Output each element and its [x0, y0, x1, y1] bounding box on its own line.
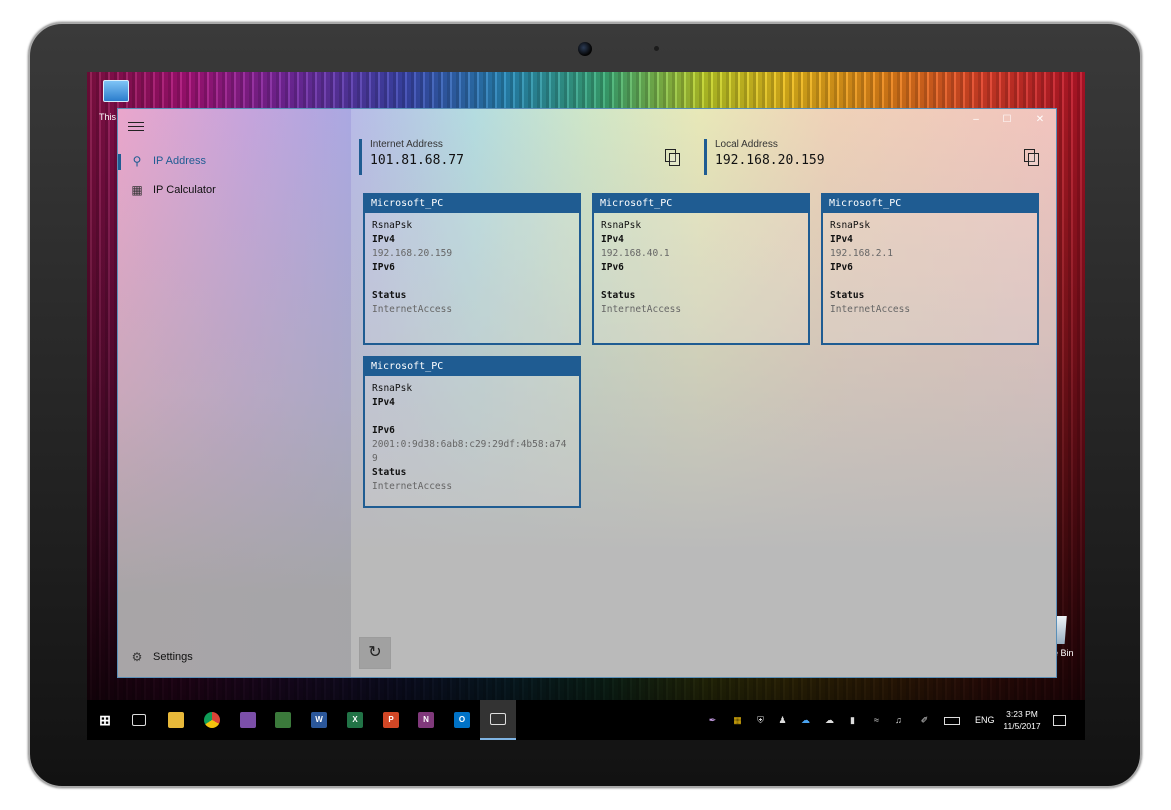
adapter-card-title: Microsoft_PC [823, 195, 1037, 213]
front-camera [578, 42, 592, 56]
refresh-button[interactable]: ↻ [359, 637, 391, 669]
clock-time: 3:23 PM [1006, 709, 1038, 719]
nav-item-label: IP Address [153, 155, 206, 167]
wifi-icon[interactable]: ≈ [871, 715, 882, 726]
adapter-card-title: Microsoft_PC [594, 195, 808, 213]
store-tray-icon[interactable]: ▦ [732, 715, 743, 726]
chrome-icon[interactable] [204, 712, 220, 728]
ipv4-value: 192.168.40.1 [601, 248, 670, 259]
powerpoint-icon[interactable]: P [383, 712, 399, 728]
ip-address-app-window: ⚲ IP Address ▦ IP Calculator ⚙ Settings … [117, 108, 1057, 678]
visual-studio-icon[interactable] [240, 712, 256, 728]
internet-address-label: Internet Address [370, 139, 443, 150]
desktop-wallpaper: This e Bin ⚲ IP Address ▦ IP Calculator … [87, 72, 1085, 700]
ipv6-label: IPv6 [372, 262, 395, 273]
ipv4-label: IPv4 [372, 397, 395, 408]
ipv6-value [601, 275, 801, 289]
internet-address-value: 101.81.68.77 [370, 153, 464, 168]
adapter-card[interactable]: Microsoft_PC RsnaPsk IPv4 192.168.40.1 I… [592, 193, 810, 345]
ipv6-label: IPv6 [372, 425, 395, 436]
ink-workspace-icon[interactable]: ✐ [919, 715, 930, 726]
ipv4-label: IPv4 [372, 234, 395, 245]
copy-internet-address-button[interactable] [665, 149, 680, 166]
onedrive-personal-icon[interactable]: ☁ [824, 715, 835, 726]
adapter-ssid: RsnaPsk [601, 220, 642, 231]
adapter-card[interactable]: Microsoft_PC RsnaPsk IPv4 IPv6 2001:0:9d… [363, 356, 581, 508]
status-value: InternetAccess [372, 304, 453, 315]
file-explorer-icon[interactable] [168, 712, 184, 728]
ipv4-value [372, 410, 572, 424]
ipv4-label: IPv4 [601, 234, 624, 245]
adapter-ssid: RsnaPsk [830, 220, 871, 231]
touch-keyboard-icon[interactable] [944, 717, 960, 725]
status-value: InternetAccess [372, 481, 453, 492]
navigation-pane: ⚲ IP Address ▦ IP Calculator ⚙ Settings [118, 109, 351, 677]
minimize-button[interactable]: – [966, 113, 986, 127]
people-icon[interactable]: ♟ [777, 715, 788, 726]
local-address-value: 192.168.20.159 [715, 153, 825, 168]
refresh-icon: ↻ [368, 644, 382, 661]
status-value: InternetAccess [601, 304, 682, 315]
search-icon: ⚲ [132, 154, 142, 168]
nav-item-ip-calculator[interactable]: ▦ IP Calculator [118, 176, 351, 206]
copy-local-address-button[interactable] [1024, 149, 1039, 166]
input-language[interactable]: ENG [975, 715, 995, 725]
internet-address-block: Internet Address 101.81.68.77 [359, 139, 464, 175]
ip-address-app-icon[interactable] [490, 713, 506, 725]
local-address-block: Local Address 192.168.20.159 [704, 139, 825, 175]
windows-start-icon[interactable]: ⊞ [97, 712, 113, 728]
adapter-ssid: RsnaPsk [372, 383, 413, 394]
ipv4-value: 192.168.2.1 [830, 248, 893, 259]
ambient-sensor [654, 46, 659, 51]
maximize-button[interactable]: ☐ [997, 113, 1017, 127]
adapter-card-title: Microsoft_PC [365, 358, 579, 376]
status-label: Status [372, 467, 407, 478]
clock[interactable]: 3:23 PM 11/5/2017 [999, 708, 1045, 732]
volume-icon[interactable]: ♫ [893, 715, 904, 726]
project-icon[interactable] [275, 712, 291, 728]
clock-date: 11/5/2017 [1003, 721, 1041, 731]
status-label: Status [372, 290, 407, 301]
status-value: InternetAccess [830, 304, 911, 315]
taskbar: ⊞ W X P N O ✒ ▦ ⛨ ♟ ☁ ☁ ▮ ≈ ♫ ✐ ENG 3:23… [87, 700, 1085, 740]
ipv6-value [372, 275, 572, 289]
ipv4-value: 192.168.20.159 [372, 248, 453, 259]
adapter-card[interactable]: Microsoft_PC RsnaPsk IPv4 192.168.2.1 IP… [821, 193, 1039, 345]
pen-icon[interactable]: ✒ [707, 715, 718, 726]
this-pc-label: This [99, 112, 117, 122]
nav-item-settings[interactable]: ⚙ Settings [118, 643, 351, 673]
settings-label: Settings [153, 651, 193, 663]
ipv4-label: IPv4 [830, 234, 853, 245]
adapter-ssid: RsnaPsk [372, 220, 413, 231]
ipv6-label: IPv6 [601, 262, 624, 273]
status-label: Status [601, 290, 636, 301]
selection-indicator [118, 154, 121, 170]
excel-icon[interactable]: X [347, 712, 363, 728]
task-view-icon[interactable] [132, 714, 146, 726]
adapter-card-title: Microsoft_PC [365, 195, 579, 213]
local-address-label: Local Address [715, 139, 778, 150]
action-center-icon[interactable] [1053, 715, 1066, 726]
word-icon[interactable]: W [311, 712, 327, 728]
defender-shield-icon[interactable]: ⛨ [755, 715, 766, 726]
this-pc-icon[interactable] [103, 80, 129, 102]
nav-item-ip-address[interactable]: ⚲ IP Address [118, 147, 351, 177]
onenote-icon[interactable]: N [418, 712, 434, 728]
ipv6-value: 2001:0:9d38:6ab8:c29:29df:4b58:a749 [372, 439, 567, 464]
adapter-card[interactable]: Microsoft_PC RsnaPsk IPv4 192.168.20.159… [363, 193, 581, 345]
gear-icon: ⚙ [131, 650, 143, 664]
nav-item-label: IP Calculator [153, 184, 216, 196]
outlook-icon[interactable]: O [454, 712, 470, 728]
close-button[interactable]: ✕ [1030, 113, 1050, 127]
hamburger-menu-button[interactable] [128, 119, 144, 133]
status-label: Status [830, 290, 865, 301]
screen: This e Bin ⚲ IP Address ▦ IP Calculator … [87, 72, 1085, 740]
battery-icon[interactable]: ▮ [847, 715, 858, 726]
onedrive-icon[interactable]: ☁ [800, 715, 811, 726]
ipv6-label: IPv6 [830, 262, 853, 273]
calculator-icon: ▦ [131, 183, 143, 197]
ipv6-value [830, 275, 1030, 289]
